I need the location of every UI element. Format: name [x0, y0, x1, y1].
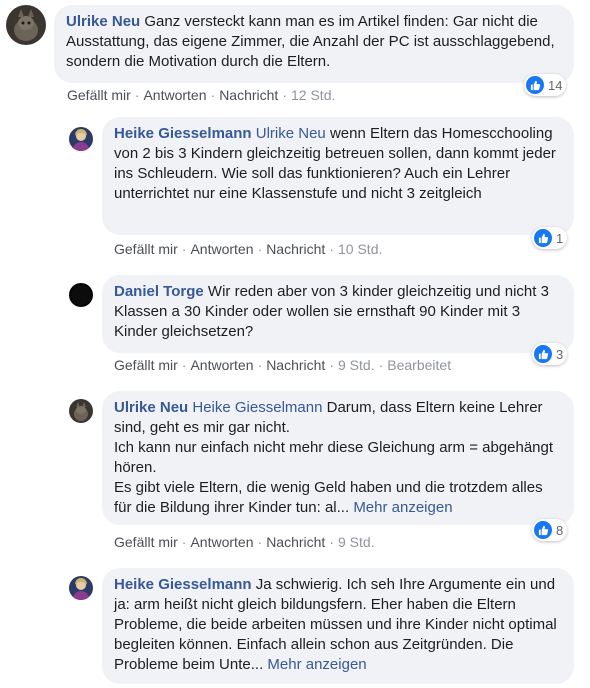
like-link[interactable]: Gefällt mir [114, 534, 178, 550]
reaction-summary[interactable]: 14 [524, 74, 567, 96]
comment-author[interactable]: Heike Giesselmann [114, 125, 252, 142]
show-more-link[interactable]: Mehr anzeigen [267, 656, 366, 673]
comment-actions: Gefällt mir · Antworten · Nachricht · 9 Std. · B… [114, 357, 452, 373]
reply-link[interactable]: Antworten [190, 534, 253, 550]
like-link[interactable]: Gefällt mir [67, 87, 131, 103]
comment-bubble: Ulrike Neu Heike Giesselmann Darum, dass… [102, 391, 574, 525]
comment-bubble: Ulrike Neu Ganz versteckt kann man es im… [54, 5, 574, 83]
comment-text: Es gibt viele Eltern, die wenig Geld hab… [114, 479, 543, 516]
reaction-count: 3 [556, 346, 564, 362]
reaction-count: 1 [556, 230, 564, 246]
message-link[interactable]: Nachricht [266, 241, 325, 257]
reaction-summary[interactable]: 1 [532, 227, 568, 249]
comment-bubble: Heike Giesselmann Ja schwierig. Ich seh … [102, 568, 574, 684]
avatar[interactable] [69, 399, 93, 423]
like-icon [534, 229, 552, 247]
reaction-summary[interactable]: 3 [532, 343, 568, 365]
show-more-link[interactable]: Mehr anzeigen [353, 499, 452, 516]
avatar[interactable] [69, 576, 93, 600]
like-link[interactable]: Gefällt mir [114, 241, 178, 257]
mention-link[interactable]: Heike Giesselmann [192, 399, 322, 416]
comment-timestamp[interactable]: 12 Std. [291, 87, 335, 103]
comment-text: Ganz versteckt kann man es im Artikel fi… [66, 13, 555, 70]
comment-actions: Gefällt mir · Antworten · Nachricht · 9 Std. [114, 534, 375, 550]
comment-bubble: Daniel Torge Wir reden aber von 3 kinder… [102, 275, 574, 353]
comment-actions: Gefällt mir · Antworten · Nachricht · 12 Std. [67, 87, 336, 103]
reaction-summary[interactable]: 8 [532, 519, 568, 541]
edited-label[interactable]: Bearbeitet [387, 357, 451, 373]
comment-timestamp[interactable]: 9 Std. [338, 534, 375, 550]
like-icon [534, 345, 552, 363]
reaction-count: 14 [548, 77, 563, 93]
message-link[interactable]: Nachricht [219, 87, 278, 103]
reaction-count: 8 [556, 522, 564, 538]
comment-timestamp[interactable]: 10 Std. [338, 241, 382, 257]
comment-timestamp[interactable]: 9 Std. [338, 357, 375, 373]
avatar[interactable] [6, 5, 46, 45]
reply-link[interactable]: Antworten [143, 87, 206, 103]
comment-author[interactable]: Ulrike Neu [114, 399, 188, 416]
comment-author[interactable]: Heike Giesselmann [114, 576, 252, 593]
comment-bubble: Heike Giesselmann Ulrike Neu wenn Eltern… [102, 117, 574, 235]
reply-link[interactable]: Antworten [190, 357, 253, 373]
message-link[interactable]: Nachricht [266, 357, 325, 373]
message-link[interactable]: Nachricht [266, 534, 325, 550]
comment-actions: Gefällt mir · Antworten · Nachricht · 10 Std. [114, 241, 383, 257]
avatar[interactable] [69, 283, 93, 307]
reply-link[interactable]: Antworten [190, 241, 253, 257]
comment-author[interactable]: Daniel Torge [114, 283, 204, 300]
comment-text: Ich kann nur einfach nicht mehr diese Gl… [114, 439, 554, 476]
like-icon [526, 76, 544, 94]
like-link[interactable]: Gefällt mir [114, 357, 178, 373]
comment-author[interactable]: Ulrike Neu [66, 13, 140, 30]
avatar[interactable] [69, 127, 93, 151]
like-icon [534, 521, 552, 539]
mention-link[interactable]: Ulrike Neu [256, 125, 326, 142]
